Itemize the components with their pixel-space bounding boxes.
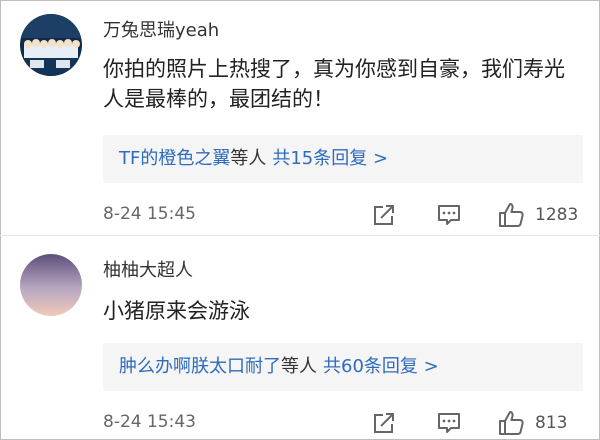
username[interactable]: 柚柚大超人 [103, 256, 193, 282]
reply-suffix: 等人 [281, 356, 317, 377]
like-count: 1283 [535, 205, 579, 225]
comment-divider [0, 235, 600, 236]
reply-users-link[interactable]: 肿么办啊朕太口耐了 [119, 356, 281, 377]
comment-item: 柚柚大超人 小猪原来会游泳 肿么办啊朕太口耐了等人 共60条回复 > 8-24 1… [0, 240, 600, 440]
share-button[interactable] [371, 408, 397, 438]
like-button[interactable]: 1283 [497, 200, 578, 230]
reply-count-link[interactable]: 共15条回复 > [272, 148, 388, 169]
timestamp: 8-24 15:43 [103, 412, 196, 432]
sky-gradient-avatar-icon [20, 254, 82, 316]
user-avatar[interactable] [20, 254, 82, 316]
like-icon [499, 203, 524, 227]
replies-preview[interactable]: TF的橙色之翼等人 共15条回复 > [103, 135, 583, 183]
replies-preview[interactable]: 肿么办啊朕太口耐了等人 共60条回复 > [103, 343, 583, 391]
comment-icon [438, 413, 460, 433]
share-icon [374, 413, 394, 433]
timestamp: 8-24 15:45 [103, 204, 196, 224]
reply-users-link[interactable]: TF的橙色之翼 [119, 148, 230, 169]
username[interactable]: 万兔思瑞yeah [103, 16, 219, 42]
share-button[interactable] [371, 200, 397, 230]
comment-button[interactable] [436, 408, 462, 438]
comment-meta: 8-24 15:45 1283 [103, 200, 583, 230]
reply-count-link[interactable]: 共60条回复 > [323, 356, 439, 377]
user-avatar[interactable] [20, 14, 82, 76]
like-button[interactable]: 813 [497, 408, 567, 438]
share-icon [374, 205, 394, 225]
comment-text: 小猪原来会游泳 [103, 299, 250, 323]
comment-meta: 8-24 15:43 813 [103, 408, 583, 438]
comment-icon [438, 205, 460, 225]
comment-text: 你拍的照片上热搜了，真为你感到自豪，我们寿光人是最棒的，最团结的！ [103, 57, 565, 111]
like-count: 813 [535, 413, 568, 433]
reply-suffix: 等人 [230, 148, 267, 169]
comment-item: 万兔思瑞yeah 你拍的照片上热搜了，真为你感到自豪，我们寿光人是最棒的，最团结… [0, 0, 600, 232]
comment-button[interactable] [436, 200, 462, 230]
group-photo-avatar-icon [20, 14, 82, 76]
like-icon [499, 411, 524, 435]
